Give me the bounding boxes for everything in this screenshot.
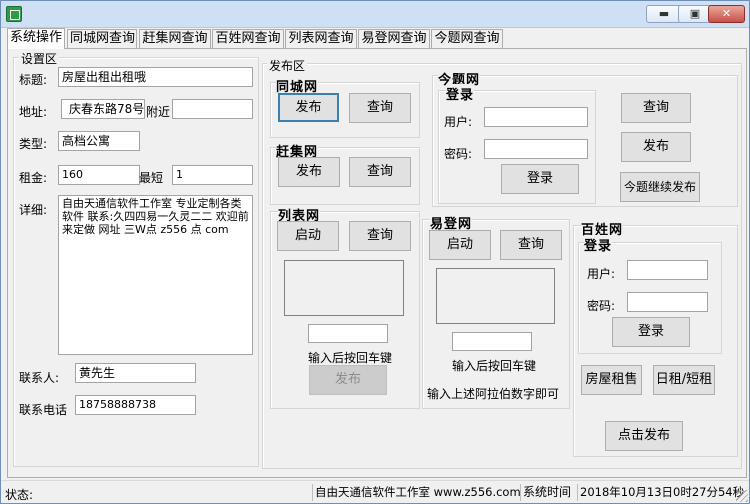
type-field[interactable]: 高档公寓: [58, 131, 140, 151]
baixing-password-field[interactable]: [627, 292, 708, 312]
jinti-password-field[interactable]: [484, 139, 588, 159]
jinti-publish-button[interactable]: 发布: [621, 132, 691, 162]
tab-jinti[interactable]: 今题网查询: [431, 29, 503, 49]
jinti-password-label: 密码:: [444, 147, 473, 161]
status-time-label: 系统时间: [520, 484, 576, 501]
jinti-user-field[interactable]: [484, 107, 588, 127]
yideng-hint: 输入后按回车键: [452, 359, 537, 373]
detail-textarea[interactable]: 自由天通信软件工作室 专业定制各类软件 联系:久四四易一久灵二二 欢迎前来定做 …: [58, 195, 253, 355]
liebiao-hint: 输入后按回车键: [308, 351, 393, 365]
yideng-start-button[interactable]: 启动: [429, 230, 491, 260]
baixing-login-button[interactable]: 登录: [612, 317, 690, 347]
baixing-password-label: 密码:: [587, 299, 616, 313]
yideng-query-button[interactable]: 查询: [500, 230, 562, 260]
min-term-field[interactable]: 1: [172, 165, 253, 185]
publish-group-title: 发布区: [267, 57, 308, 74]
tab-ganji[interactable]: 赶集网查询: [139, 29, 211, 49]
yideng-captcha-image: [436, 268, 555, 324]
resize-grip[interactable]: [736, 490, 748, 502]
rent-label: 租金:: [19, 171, 48, 185]
baixing-user-label: 用户:: [587, 267, 616, 281]
liebiao-captcha-image: [284, 260, 404, 316]
status-time-value: 2018年10月13日0时27分54秒: [577, 484, 744, 501]
tongcheng-publish-button[interactable]: 发布: [278, 93, 339, 122]
address-label: 地址:: [19, 105, 48, 119]
rent-field[interactable]: 160: [58, 165, 140, 185]
house-rent-button[interactable]: 房屋租售: [581, 365, 642, 395]
status-bar: 状态: 自由天通信软件工作室 www.z556.com 系统时间 2018年10…: [1, 480, 749, 503]
ganji-query-button[interactable]: 查询: [349, 157, 411, 187]
close-button[interactable]: ✕: [708, 5, 745, 23]
maximize-button[interactable]: ▣: [678, 5, 712, 23]
contact-field[interactable]: 黄先生: [75, 363, 196, 383]
main-window: ▬ ▣ ✕ 系统操作 同城网查询 赶集网查询 百姓网查询 列表网查询 易登网查询…: [0, 0, 750, 504]
minimize-button[interactable]: ▬: [646, 5, 682, 23]
nearby-field[interactable]: [172, 99, 253, 119]
jinti-continue-button[interactable]: 今题继续发布: [620, 172, 700, 202]
daily-short-rent-button[interactable]: 日租/短租: [653, 365, 715, 395]
contact-label: 联系人:: [19, 371, 60, 385]
phone-field[interactable]: 18758888738: [75, 395, 196, 415]
jinti-login-title: 登录: [446, 84, 475, 103]
settings-group-title: 设置区: [19, 50, 60, 67]
status-label: 状态:: [5, 488, 34, 502]
jinti-user-label: 用户:: [444, 115, 473, 129]
tongcheng-query-button[interactable]: 查询: [349, 93, 411, 123]
min-term-label: 最短: [139, 171, 164, 185]
baixing-login-title: 登录: [584, 235, 613, 254]
liebiao-start-button[interactable]: 启动: [277, 221, 339, 251]
ganji-publish-button[interactable]: 发布: [278, 157, 340, 187]
jinti-login-button[interactable]: 登录: [501, 164, 579, 194]
title-label: 标题:: [19, 73, 48, 87]
tab-tongcheng[interactable]: 同城网查询: [67, 29, 137, 49]
detail-label: 详细:: [19, 203, 48, 217]
type-label: 类型:: [19, 137, 48, 151]
tab-panel: 设置区 标题: 房屋出租出租哦 地址: 庆春东路78号 附近 类型: 高档公寓 …: [7, 48, 747, 478]
title-field[interactable]: 房屋出租出租哦: [58, 67, 253, 87]
tab-system[interactable]: 系统操作: [7, 28, 65, 49]
baixing-user-field[interactable]: [627, 260, 708, 280]
address-field[interactable]: 庆春东路78号: [61, 99, 145, 119]
tab-yideng[interactable]: 易登网查询: [358, 29, 430, 49]
baixing-click-publish-button[interactable]: 点击发布: [605, 421, 683, 451]
nearby-label: 附近: [146, 105, 171, 119]
app-icon: [6, 6, 22, 22]
tab-baixing[interactable]: 百姓网查询: [212, 29, 284, 49]
yideng-captcha-input[interactable]: [452, 332, 532, 351]
status-company: 自由天通信软件工作室 www.z556.com: [312, 484, 521, 501]
jinti-query-button[interactable]: 查询: [621, 93, 691, 123]
title-bar: ▬ ▣ ✕: [1, 1, 749, 28]
phone-label: 联系电话: [19, 403, 68, 417]
liebiao-publish-button[interactable]: 发布: [309, 365, 387, 395]
tab-liebiao[interactable]: 列表网查询: [285, 29, 357, 49]
liebiao-query-button[interactable]: 查询: [349, 221, 411, 251]
liebiao-captcha-input[interactable]: [308, 324, 388, 343]
yideng-hint-digits: 输入上述阿拉伯数字即可: [427, 387, 560, 401]
